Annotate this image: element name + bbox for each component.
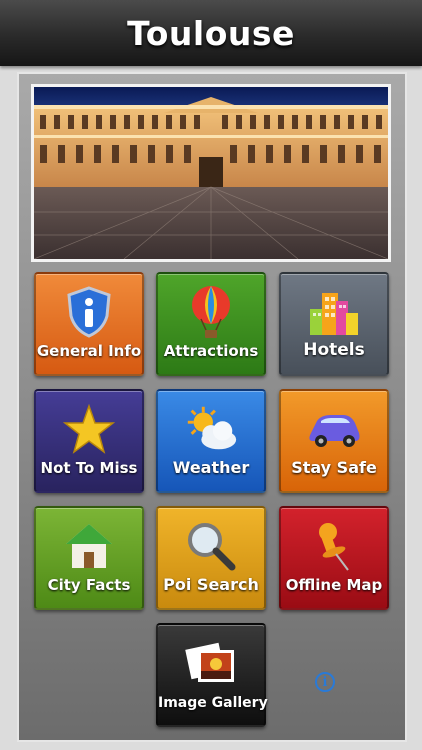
app-title: Toulouse [127, 13, 295, 53]
capitole-photo [34, 87, 388, 259]
sun-cloud-icon [182, 403, 240, 455]
tile-label: Attractions [163, 342, 259, 360]
tile-label: Poi Search [163, 575, 259, 594]
tile-city-facts[interactable]: City Facts [34, 506, 144, 610]
tile-stay-safe[interactable]: Stay Safe [279, 389, 389, 493]
tile-not-to-miss[interactable]: Not To Miss [34, 389, 144, 493]
tile-label: General Info [36, 342, 142, 360]
tile-weather[interactable]: Weather [156, 389, 266, 493]
magnifier-icon [182, 520, 240, 572]
car-icon [305, 403, 363, 455]
hot-air-balloon-icon [182, 286, 240, 338]
tile-label: Image Gallery [158, 695, 268, 711]
tile-label: City Facts [47, 576, 131, 594]
tile-hotels[interactable]: Hotels [279, 272, 389, 376]
tile-image-gallery[interactable]: Image Gallery [156, 623, 268, 727]
shield-info-icon [60, 286, 118, 338]
buildings-icon [305, 286, 363, 338]
info-icon[interactable]: i [315, 672, 335, 692]
tile-poi-search[interactable]: Poi Search [156, 506, 266, 610]
photos-icon [182, 637, 240, 689]
tile-general-info[interactable]: General Info [34, 272, 144, 376]
pushpin-icon [305, 520, 363, 572]
title-bar: Toulouse [0, 0, 422, 66]
house-icon [60, 520, 118, 572]
tile-attractions[interactable]: Attractions [156, 272, 266, 376]
tile-label: Offline Map [285, 576, 383, 594]
tile-label: Weather [172, 458, 250, 477]
tile-label: Not To Miss [40, 459, 138, 477]
tile-label: Hotels [303, 340, 365, 360]
hero-image [31, 84, 391, 262]
tile-label: Stay Safe [291, 458, 377, 477]
tile-offline-map[interactable]: Offline Map [279, 506, 389, 610]
star-icon [60, 403, 118, 455]
